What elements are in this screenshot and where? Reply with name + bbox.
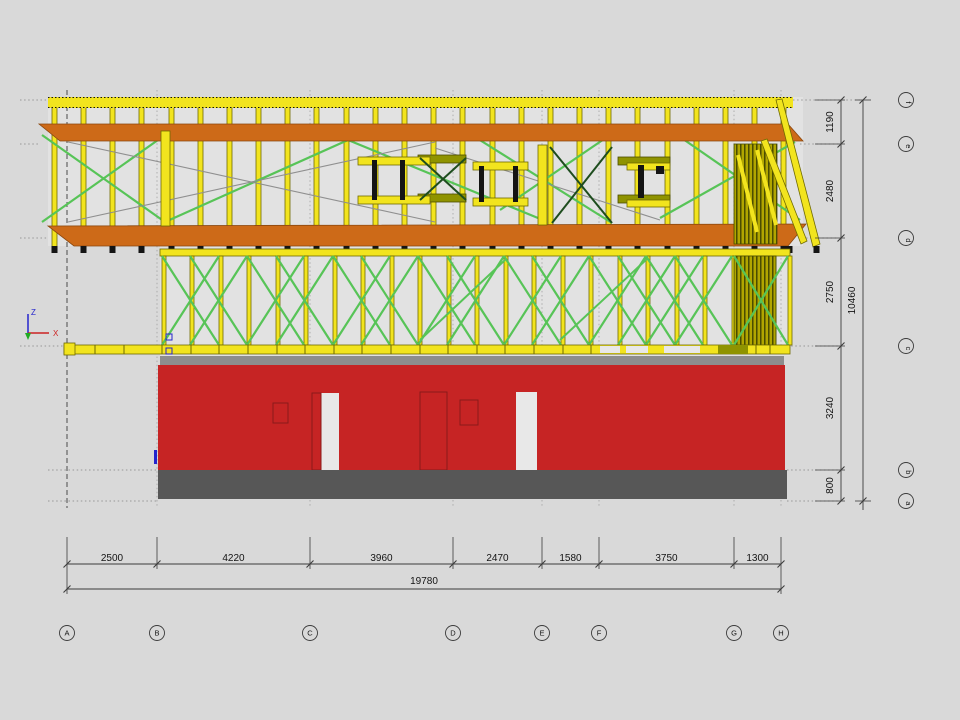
ladder-post xyxy=(638,165,644,198)
ladder-post xyxy=(513,166,518,202)
wall-opening xyxy=(321,393,339,470)
masonry xyxy=(154,356,787,499)
dim-label: 800 xyxy=(825,477,836,494)
floor-band-block xyxy=(64,343,75,355)
axis-z-label: Z xyxy=(31,308,36,317)
ladder-post xyxy=(400,160,405,200)
ladder-post xyxy=(372,160,377,200)
wall-stud xyxy=(589,256,593,345)
blue-marker xyxy=(154,450,157,464)
ladder-rail-yellow xyxy=(627,200,670,207)
floor-band-gap xyxy=(600,346,620,353)
level-bubble-label: b xyxy=(904,470,913,474)
wall-stud xyxy=(788,256,792,345)
ladder-rail-yellow xyxy=(358,196,430,204)
grid-bubble-label: A xyxy=(64,629,69,638)
wall-stud xyxy=(333,256,337,345)
wide-stud xyxy=(538,145,547,225)
floor-band-olive xyxy=(718,345,748,354)
wide-stud xyxy=(161,131,170,226)
level-bubble-label: c xyxy=(904,347,913,351)
dim-label: 2470 xyxy=(486,553,509,564)
dim-label: 1580 xyxy=(559,553,582,564)
grid-bubble-label: D xyxy=(450,629,456,638)
stud-end-cap xyxy=(52,246,58,253)
dim-label: 3960 xyxy=(370,553,393,564)
wall-stud xyxy=(247,256,251,345)
dim-label: 2500 xyxy=(101,553,124,564)
wall-infill-block xyxy=(734,256,776,345)
stud-end-cap xyxy=(81,246,87,253)
grid-bubble-label: F xyxy=(597,629,602,638)
sill-strip xyxy=(160,356,784,365)
stud-end-cap xyxy=(139,246,145,253)
dim-label: 2750 xyxy=(825,280,836,303)
stud-end-cap xyxy=(110,246,116,253)
dim-label: 1190 xyxy=(825,111,836,133)
wall-stud xyxy=(418,256,422,345)
wall-stud xyxy=(162,256,166,345)
stud-end-cap xyxy=(814,246,820,253)
grid-bubble-label: E xyxy=(539,629,544,638)
grid-bubble-label: B xyxy=(154,629,159,638)
wall-opening xyxy=(516,392,537,470)
ground-floor-wall xyxy=(158,365,785,470)
axis-x-label: X xyxy=(53,329,59,338)
elevation-drawing: Z X 2500 4220 3960 2470 1580 3750 1300 19780 119… xyxy=(0,0,960,720)
grid-bubble-label: C xyxy=(307,629,313,638)
wall-top-plate xyxy=(160,249,790,256)
ladder-post xyxy=(479,166,484,202)
floor-band-gap xyxy=(626,346,648,353)
dim-label: 3240 xyxy=(825,396,836,419)
foundation xyxy=(158,470,787,499)
purlin-bottom xyxy=(48,224,806,246)
level-bubble-label: d xyxy=(904,238,913,242)
dim-label: 4220 xyxy=(222,553,245,564)
dim-total-label: 10460 xyxy=(847,286,858,314)
ladder-rail-yellow xyxy=(358,157,430,165)
wall-stud xyxy=(504,256,508,345)
dim-label: 3750 xyxy=(655,553,678,564)
ladder-post xyxy=(656,166,664,174)
level-bubble-label: e xyxy=(904,144,913,148)
dim-label: 2480 xyxy=(825,179,836,202)
cad-canvas: Z X 2500 4220 3960 2470 1580 3750 1300 19780 119… xyxy=(0,0,960,720)
dim-label: 1300 xyxy=(746,553,769,564)
grid-bubble-label: H xyxy=(778,629,783,638)
purlin-top xyxy=(39,124,803,141)
dim-total-label: 19780 xyxy=(410,576,438,587)
grid-bubble-label: G xyxy=(731,629,737,638)
floor-band-gap xyxy=(664,346,700,353)
top-plate xyxy=(48,97,793,108)
